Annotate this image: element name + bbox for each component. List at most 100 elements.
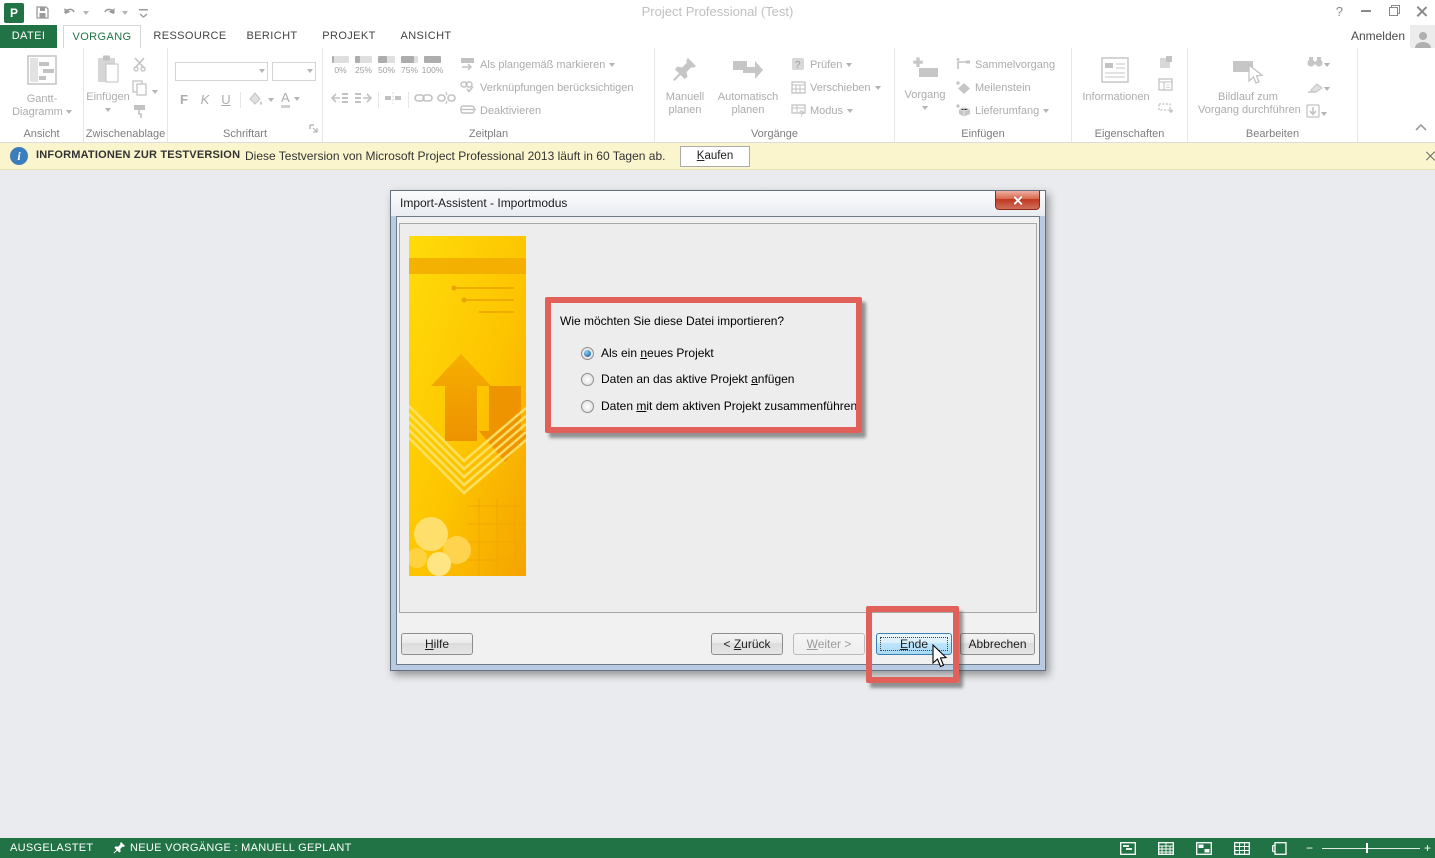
- split-task-button[interactable]: [384, 90, 402, 108]
- format-painter-icon[interactable]: [132, 104, 158, 125]
- task-information-button[interactable]: Informationen: [1076, 55, 1156, 104]
- cancel-button[interactable]: Abbrechen: [960, 633, 1035, 655]
- auto-schedule-arrow-icon: [713, 55, 783, 89]
- customize-quick-access-icon[interactable]: [139, 7, 148, 19]
- trial-notification-bar: i INFORMATIONEN ZUR TESTVERSION Diese Te…: [0, 143, 1435, 170]
- insert-deliverable-button[interactable]: Lieferumfang: [955, 102, 1049, 120]
- outdent-task-button[interactable]: [331, 90, 349, 108]
- insert-summary-button[interactable]: Sammelvorgang: [955, 56, 1055, 74]
- zoom-out-icon[interactable]: −: [1306, 841, 1313, 855]
- bold-button[interactable]: F: [175, 90, 193, 110]
- copy-icon[interactable]: [132, 80, 158, 101]
- deliverable-box-icon: [955, 103, 971, 120]
- project-app-icon[interactable]: P: [4, 3, 24, 23]
- font-size-combobox[interactable]: [272, 62, 316, 81]
- buy-button[interactable]: Kaufen: [680, 146, 750, 167]
- dialog-client-area: Wie möchten Sie diese Datei importieren?…: [396, 216, 1040, 665]
- back-button[interactable]: < Zurück: [711, 633, 783, 655]
- percent-100-button[interactable]: 100%: [421, 56, 444, 75]
- link-tasks-button[interactable]: [414, 90, 433, 108]
- close-icon[interactable]: [1416, 6, 1427, 17]
- tab-vorgang[interactable]: VORGANG: [63, 25, 141, 48]
- fill-down-button[interactable]: [1306, 104, 1330, 123]
- gantt-chart-button[interactable]: Gantt- Diagramm: [8, 55, 76, 119]
- percent-0-button[interactable]: 0%: [329, 56, 352, 75]
- zoom-in-icon[interactable]: +: [1424, 841, 1431, 855]
- task-usage-view-icon[interactable]: [1158, 841, 1174, 855]
- underline-button[interactable]: U: [217, 90, 235, 110]
- auto-label-line2: planen: [731, 104, 764, 116]
- respect-links-button[interactable]: Verknüpfungen berücksichtigen: [460, 79, 634, 97]
- clear-button[interactable]: [1306, 80, 1330, 98]
- mark-on-track-button[interactable]: Als plangemäß markieren: [460, 56, 615, 74]
- status-bar: AUSGELASTET NEUE VORGÄNGE : MANUELL GEPL…: [0, 838, 1435, 858]
- group-label-eigenschaften: Eigenschaften: [1072, 128, 1187, 140]
- scroll-label-line2: Vorgang durchführen: [1198, 104, 1301, 116]
- status-new-tasks-mode[interactable]: NEUE VORGÄNGE : MANUELL GEPLANT: [130, 842, 352, 854]
- insert-milestone-button[interactable]: Meilenstein: [955, 79, 1031, 97]
- task-details-icon[interactable]: [1158, 78, 1174, 97]
- inactivate-button[interactable]: Deaktivieren: [460, 102, 541, 120]
- auto-schedule-button[interactable]: Automatisch planen: [713, 55, 783, 117]
- background-color-button[interactable]: [247, 91, 274, 109]
- scroll-to-task-icon: [1198, 55, 1298, 89]
- report-view-icon[interactable]: [1272, 841, 1288, 855]
- link-icon: [414, 92, 433, 107]
- tab-projekt[interactable]: PROJEKT: [316, 25, 382, 48]
- undo-icon[interactable]: [61, 5, 89, 20]
- tab-ressource[interactable]: RESSOURCE: [152, 25, 228, 48]
- restore-icon[interactable]: [1389, 7, 1398, 16]
- help-icon[interactable]: ?: [1336, 4, 1343, 19]
- dialog-title-bar[interactable]: Import-Assistent - Importmodus: [391, 191, 1045, 216]
- add-to-timeline-icon[interactable]: [1158, 100, 1174, 119]
- zoom-slider-track[interactable]: [1322, 848, 1420, 849]
- group-label-zeitplan: Zeitplan: [323, 128, 654, 140]
- summary-task-icon: [955, 57, 971, 73]
- font-color-button[interactable]: A: [281, 90, 300, 108]
- task-move-button[interactable]: Verschieben: [791, 79, 881, 97]
- cut-icon[interactable]: [132, 56, 158, 77]
- group-label-ansicht: Ansicht: [0, 128, 83, 140]
- sheet-view-icon[interactable]: [1234, 841, 1250, 855]
- manually-schedule-button[interactable]: Manuell planen: [659, 55, 711, 117]
- ribbon-group-ansicht: Gantt- Diagramm Ansicht: [0, 48, 84, 142]
- tab-ansicht[interactable]: ANSICHT: [392, 25, 460, 48]
- mode-label: Modus: [810, 105, 843, 117]
- window-title: Project Professional (Test): [300, 4, 1135, 19]
- tab-bericht[interactable]: BERICHT: [238, 25, 306, 48]
- unlink-tasks-button[interactable]: [437, 90, 456, 108]
- group-label-einfuegen: Einfügen: [895, 128, 1071, 140]
- redo-icon[interactable]: [100, 5, 128, 20]
- percent-75-button[interactable]: 75%: [398, 56, 421, 75]
- indent-task-button[interactable]: [354, 90, 372, 108]
- paste-button[interactable]: Einfügen: [86, 55, 130, 117]
- pushpin-icon: [659, 55, 711, 89]
- insert-task-label: Vorgang: [905, 89, 946, 101]
- zoom-slider-thumb[interactable]: [1366, 843, 1368, 853]
- dialog-close-button[interactable]: [995, 191, 1040, 210]
- team-planner-view-icon[interactable]: [1196, 841, 1212, 855]
- percent-25-button[interactable]: 25%: [352, 56, 375, 75]
- collapse-ribbon-icon[interactable]: [1415, 118, 1427, 136]
- help-button[interactable]: Hilfe: [401, 633, 473, 655]
- insert-task-button[interactable]: Vorgang: [901, 55, 949, 115]
- avatar[interactable]: [1410, 25, 1435, 48]
- font-name-combobox[interactable]: [175, 62, 268, 81]
- ribbon-group-eigenschaften: Informationen Eigenschaften: [1072, 48, 1188, 142]
- task-notes-icon[interactable]: [1158, 56, 1174, 75]
- percent-50-button[interactable]: 50%: [375, 56, 398, 75]
- task-inspect-button[interactable]: ? Prüfen: [791, 56, 852, 74]
- tab-datei[interactable]: DATEI: [0, 25, 57, 48]
- notification-title: INFORMATIONEN ZUR TESTVERSION: [36, 149, 240, 161]
- minimize-icon[interactable]: [1361, 10, 1371, 12]
- manual-label-line2: planen: [668, 104, 701, 116]
- save-icon[interactable]: [35, 5, 50, 20]
- sign-in-link[interactable]: Anmelden: [1351, 29, 1405, 43]
- gantt-view-icon[interactable]: [1120, 841, 1136, 855]
- italic-button[interactable]: K: [196, 90, 214, 110]
- mark-on-track-icon: [460, 57, 476, 73]
- scroll-to-task-button[interactable]: Bildlauf zum Vorgang durchführen: [1198, 55, 1298, 117]
- status-allocation-label[interactable]: AUSGELASTET: [10, 842, 93, 854]
- find-button[interactable]: [1306, 56, 1330, 74]
- task-mode-button[interactable]: ? Modus: [791, 102, 853, 120]
